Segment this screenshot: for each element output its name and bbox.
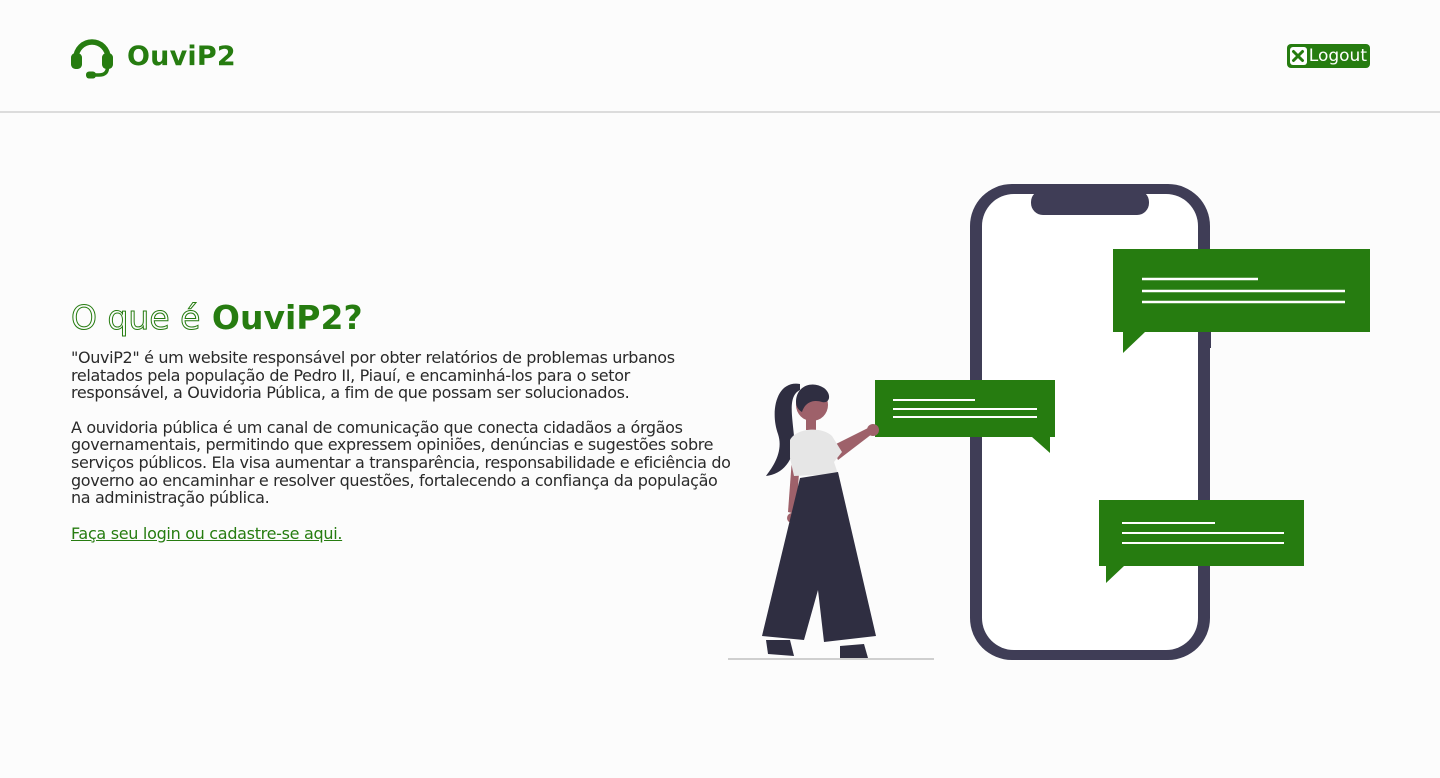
- brand[interactable]: OuviP2: [69, 33, 236, 79]
- chat-illustration: [728, 184, 1370, 660]
- woman-figure: [762, 383, 879, 658]
- headset-icon: [71, 39, 113, 79]
- logout-button[interactable]: Logout: [1287, 44, 1370, 68]
- about-section: O que é OuviP2? "OuviP2" é um website re…: [70, 296, 731, 544]
- page-title: O que é OuviP2?: [70, 296, 731, 340]
- page-title-prefix: O que é: [70, 298, 201, 338]
- description-paragraph-2: A ouvidoria pública é um canal de comuni…: [71, 417, 731, 508]
- brand-name: OuviP2: [127, 40, 236, 72]
- close-x-icon: [1290, 47, 1307, 65]
- top-navbar: OuviP2 Logout: [0, 0, 1440, 113]
- logout-label: Logout: [1308, 46, 1367, 66]
- description-paragraph-1: "OuviP2" é um website responsável por ob…: [71, 348, 675, 403]
- page-title-brand: OuviP2?: [211, 298, 363, 337]
- login-signup-link[interactable]: Faça seu login ou cadastre-se aqui.: [71, 524, 342, 544]
